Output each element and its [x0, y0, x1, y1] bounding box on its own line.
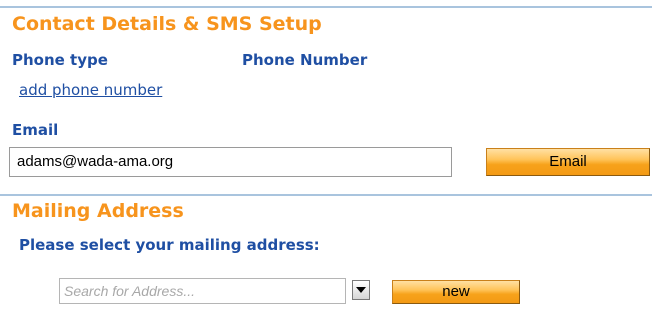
mailing-section-title: Mailing Address [12, 200, 184, 222]
address-dropdown-button[interactable] [352, 280, 370, 300]
email-field[interactable]: adams@wada-ama.org [9, 147, 452, 177]
email-button[interactable]: Email [486, 148, 650, 176]
phone-type-header: Phone type [12, 51, 108, 69]
contact-section-title: Contact Details & SMS Setup [12, 13, 322, 35]
contact-form-page: Contact Details & SMS Setup Phone type P… [0, 0, 652, 314]
phone-number-header: Phone Number [242, 51, 368, 69]
section-divider-top [0, 6, 652, 8]
chevron-down-icon [356, 287, 366, 293]
add-phone-number-link[interactable]: add phone number [19, 81, 162, 99]
section-divider-mailing [0, 194, 652, 196]
mailing-address-prompt: Please select your mailing address: [19, 236, 320, 254]
new-address-button[interactable]: new [392, 280, 520, 304]
address-search-input[interactable]: Search for Address... [59, 278, 346, 304]
email-label: Email [12, 121, 59, 139]
